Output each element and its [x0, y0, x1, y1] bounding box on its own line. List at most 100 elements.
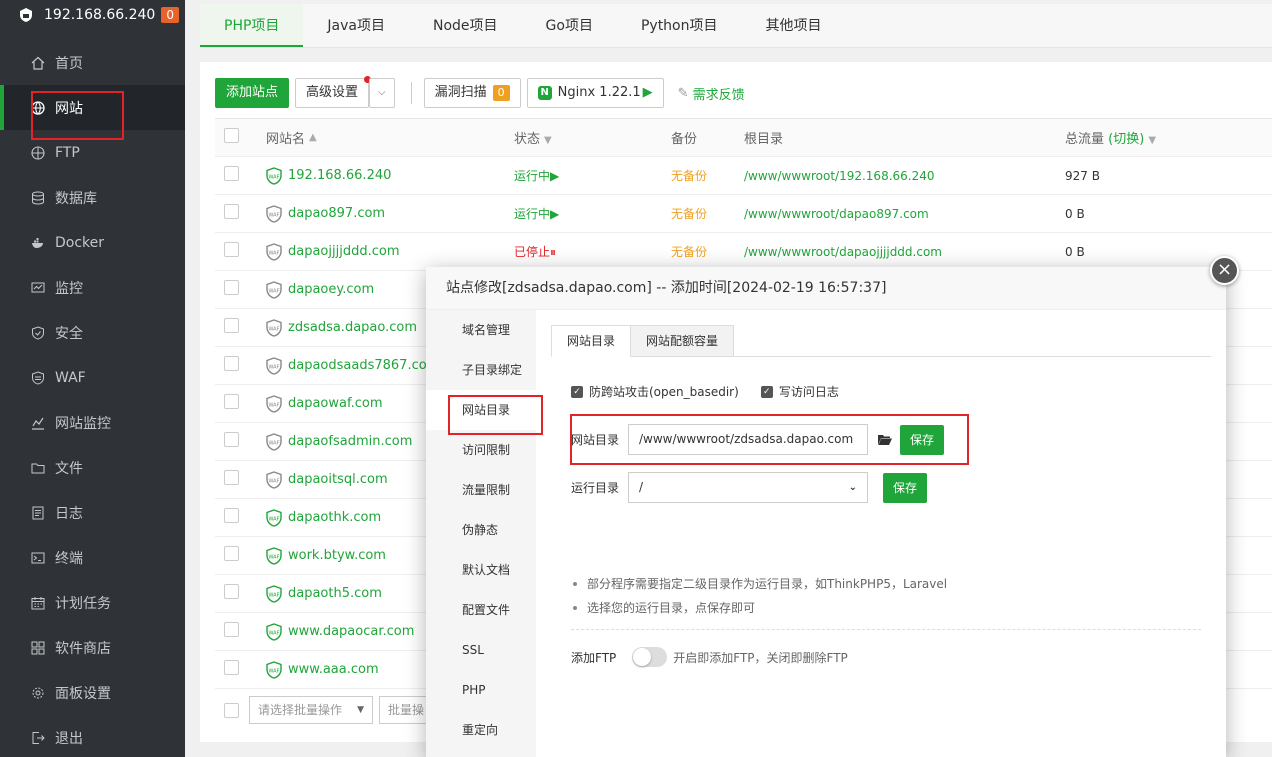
col-status[interactable]: 状态 ▼ [514, 128, 671, 147]
modal-nav-item-6[interactable]: 默认文档 [426, 550, 536, 590]
sidebar-item-13[interactable]: 软件商店 [0, 625, 185, 670]
monitor-icon [31, 281, 45, 295]
run-dir-select[interactable]: / ⌄ [628, 472, 868, 503]
sidebar-item-label: WAF [55, 369, 86, 386]
tab-1[interactable]: Java项目 [303, 4, 409, 47]
sidebar-item-12[interactable]: 计划任务 [0, 580, 185, 625]
modal-tabs: 网站目录 网站配额容量 [551, 325, 1211, 357]
feedback-link[interactable]: ✎ 需求反馈 [678, 84, 745, 103]
basedir-checkbox[interactable]: ✓ [571, 385, 583, 398]
svg-text:WAF: WAF [269, 212, 280, 218]
vuln-scan-button[interactable]: 漏洞扫描 0 [423, 78, 521, 108]
backup-cell[interactable]: 无备份 [671, 205, 744, 222]
sidebar-item-label: 安全 [55, 325, 83, 342]
select-all-checkbox[interactable] [224, 128, 239, 143]
basedir-label: 防跨站攻击(open_basedir) [589, 385, 739, 399]
sidebar-item-7[interactable]: WAF [0, 355, 185, 400]
waf-shield-icon: WAF [266, 470, 282, 489]
row-checkbox[interactable] [224, 508, 239, 523]
sidebar-item-5[interactable]: 监控 [0, 265, 185, 310]
row-checkbox[interactable] [224, 584, 239, 599]
modal-nav-item-9[interactable]: PHP [426, 670, 536, 710]
modal-tab-1[interactable]: 网站配额容量 [630, 325, 735, 357]
root-cell[interactable]: /www/wwwroot/dapaojjjjddd.com [744, 245, 1065, 259]
add-site-button[interactable]: 添加站点 [215, 78, 290, 108]
row-checkbox[interactable] [224, 622, 239, 637]
run-dir-save-button[interactable]: 保存 [883, 472, 928, 503]
notification-badge[interactable]: 0 [161, 7, 179, 23]
edit-icon: ✎ [677, 85, 689, 101]
backup-cell[interactable]: 无备份 [671, 167, 744, 184]
sidebar-item-9[interactable]: 文件 [0, 445, 185, 490]
waf-icon [31, 370, 45, 385]
access-log-checkbox[interactable]: ✓ [760, 385, 773, 398]
status-cell[interactable]: 运行中▶ [514, 205, 671, 222]
highlight-sidebar-website [31, 91, 124, 140]
sidebar-item-11[interactable]: 终端 [0, 535, 185, 580]
col-name[interactable]: 网站名 ▲ [250, 128, 514, 147]
sidebar-item-label: FTP [55, 144, 80, 161]
sidebar-item-label: 软件商店 [55, 640, 111, 657]
toolbar: 添加站点 高级设置 ⌵ 漏洞扫描 0 N Nginx 1.22.1 ▶ ✎ 需求… [215, 76, 745, 108]
nginx-button[interactable]: N Nginx 1.22.1 ▶ [526, 78, 664, 108]
status-cell[interactable]: 已停止⏸ [514, 243, 671, 260]
tab-0[interactable]: PHP项目 [200, 4, 304, 47]
site-name-cell[interactable]: WAF dapao897.com [250, 204, 514, 223]
row-checkbox[interactable] [224, 470, 239, 485]
col-flow[interactable]: 总流量 (切换) ▼ [1065, 128, 1265, 147]
row-checkbox[interactable] [224, 660, 239, 675]
root-cell[interactable]: /www/wwwroot/192.168.66.240 [744, 169, 1065, 183]
flow-switch-link[interactable]: (切换) [1108, 132, 1144, 147]
modal-nav-item-0[interactable]: 域名管理 [426, 310, 536, 350]
row-checkbox[interactable] [224, 394, 239, 409]
tab-2[interactable]: Node项目 [409, 4, 522, 47]
advanced-settings-button[interactable]: 高级设置 [295, 76, 372, 108]
sidebar-item-14[interactable]: 面板设置 [0, 670, 185, 715]
modal-nav-item-3[interactable]: 访问限制 [426, 430, 536, 470]
sidebar-item-15[interactable]: 退出 [0, 715, 185, 757]
modal-nav-item-1[interactable]: 子目录绑定 [426, 350, 536, 390]
svg-text:WAF: WAF [269, 364, 280, 370]
table-row: WAF dapao897.com 运行中▶ 无备份/www/wwwroot/dapao… [215, 195, 1272, 233]
batch-button[interactable]: 批量操 [379, 696, 434, 724]
svg-text:WAF: WAF [269, 174, 280, 180]
sidebar-item-10[interactable]: 日志 [0, 490, 185, 535]
svg-text:WAF: WAF [269, 288, 280, 294]
status-cell[interactable]: 运行中▶ [514, 167, 671, 184]
sidebar-item-3[interactable]: 数据库 [0, 175, 185, 220]
root-cell[interactable]: /www/wwwroot/dapao897.com [744, 207, 1065, 221]
row-checkbox[interactable] [224, 356, 239, 371]
sidebar-item-8[interactable]: 网站监控 [0, 400, 185, 445]
advanced-dropdown-button[interactable]: ⌵ [369, 78, 395, 108]
sidebar-item-label: 文件 [55, 460, 83, 477]
row-checkbox[interactable] [224, 166, 239, 181]
site-name-cell[interactable]: WAF dapaojjjjddd.com [250, 242, 514, 261]
svg-text:WAF: WAF [269, 554, 280, 560]
modal-tab-0[interactable]: 网站目录 [551, 325, 632, 357]
row-checkbox[interactable] [224, 204, 239, 219]
svg-text:WAF: WAF [269, 668, 280, 674]
sidebar-item-0[interactable]: 首页 [0, 40, 185, 85]
modal-nav-item-5[interactable]: 伪静态 [426, 510, 536, 550]
backup-cell[interactable]: 无备份 [671, 243, 744, 260]
site-name-cell[interactable]: WAF 192.168.66.240 [250, 166, 514, 185]
svg-text:WAF: WAF [269, 250, 280, 256]
modal-nav-item-7[interactable]: 配置文件 [426, 590, 536, 630]
modal-nav-item-4[interactable]: 流量限制 [426, 470, 536, 510]
sidebar-item-4[interactable]: Docker [0, 220, 185, 265]
row-checkbox[interactable] [224, 242, 239, 257]
tab-3[interactable]: Go项目 [522, 4, 617, 47]
ftp-toggle[interactable] [632, 647, 668, 667]
batch-select[interactable]: 请选择批量操作 ▼ [249, 696, 373, 724]
sidebar-item-6[interactable]: 安全 [0, 310, 185, 355]
row-checkbox[interactable] [224, 280, 239, 295]
row-checkbox[interactable] [224, 318, 239, 333]
modal-nav-item-8[interactable]: SSL [426, 630, 536, 670]
row-checkbox[interactable] [224, 432, 239, 447]
footer-select-checkbox[interactable] [224, 702, 239, 718]
tab-5[interactable]: 其他项目 [742, 4, 846, 47]
row-checkbox[interactable] [224, 546, 239, 561]
close-icon[interactable]: × [1210, 256, 1239, 285]
tab-4[interactable]: Python项目 [617, 4, 742, 47]
modal-nav-item-10[interactable]: 重定向 [426, 710, 536, 750]
